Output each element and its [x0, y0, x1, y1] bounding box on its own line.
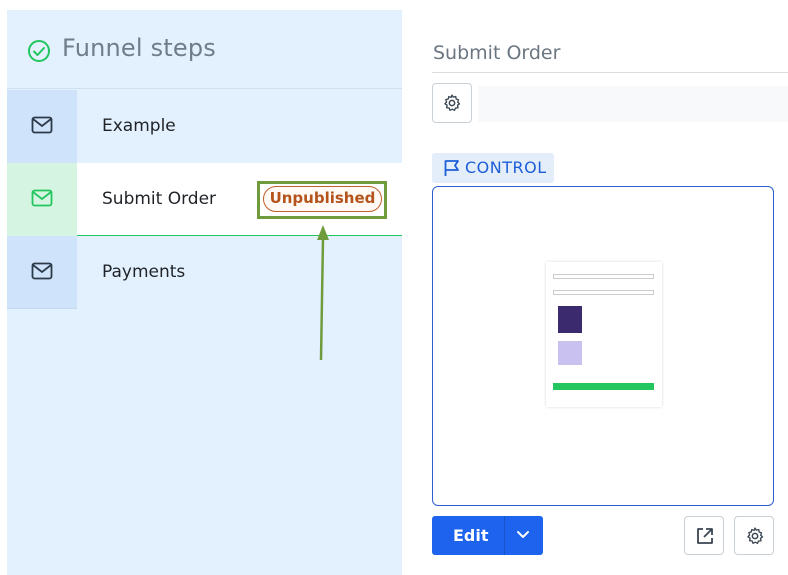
variant-tag-label: CONTROL	[465, 158, 547, 177]
variant-tag: CONTROL	[432, 153, 554, 183]
button-separator	[504, 516, 505, 555]
open-external-button[interactable]	[684, 516, 724, 555]
preview-field	[553, 290, 654, 295]
external-link-icon	[697, 528, 713, 544]
edit-button[interactable]: Edit	[432, 516, 543, 555]
preview-thumbnail	[546, 262, 662, 407]
step-settings-button[interactable]	[432, 83, 472, 123]
variant-settings-button[interactable]	[734, 516, 774, 555]
divider	[432, 72, 788, 73]
step-detail-title: Submit Order	[433, 42, 561, 64]
preview-field	[553, 274, 654, 279]
edit-button-label: Edit	[453, 526, 489, 545]
preview-product-image	[558, 341, 582, 365]
preview-submit-bar	[553, 383, 654, 390]
page-preview[interactable]	[432, 186, 774, 506]
toolbar-area	[478, 86, 788, 122]
flag-icon	[444, 160, 459, 176]
preview-product-image	[558, 306, 582, 333]
chevron-down-icon[interactable]	[516, 530, 530, 540]
gear-icon	[444, 94, 461, 112]
gear-icon	[747, 527, 764, 544]
